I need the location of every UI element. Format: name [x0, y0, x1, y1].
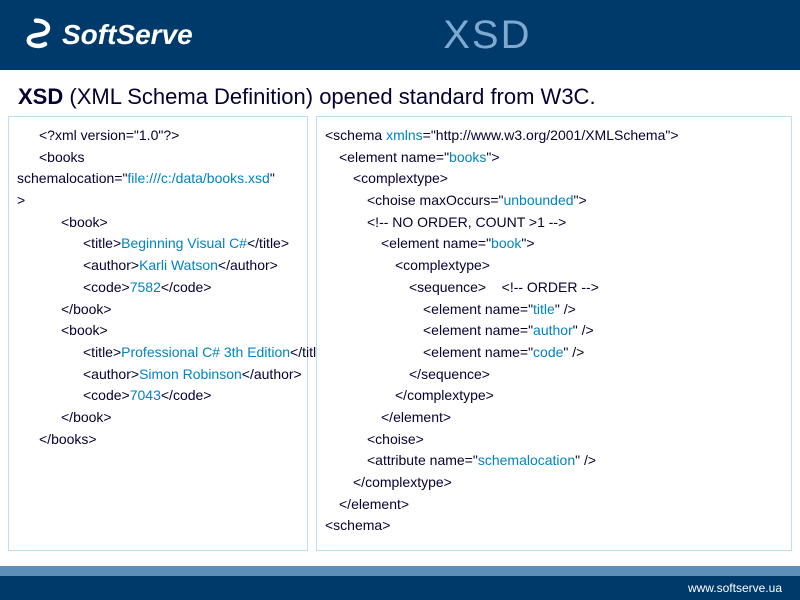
code-text: </title> [247, 235, 289, 251]
code-link-text: schemalocation [478, 452, 575, 468]
code-text: <element name=" [423, 322, 533, 338]
code-link-text: Simon Robinson [139, 366, 242, 382]
code-link-text: Karli Watson [139, 257, 218, 273]
code-text: <!-- NO ORDER, COUNT >1 --> [367, 214, 566, 230]
subhead-bold: XSD [18, 84, 63, 109]
code-text: </book> [61, 409, 112, 425]
code-text: <books [39, 149, 85, 165]
code-text: <element name=" [381, 235, 491, 251]
code-link-text: unbounded [503, 192, 573, 208]
code-text: > [17, 192, 25, 208]
code-text: " /> [573, 322, 594, 338]
code-text: <book> [61, 214, 108, 230]
code-text: </code> [161, 279, 212, 295]
code-text: </code> [161, 387, 212, 403]
code-text: "> [486, 149, 499, 165]
code-text: schemalocation=" [17, 170, 127, 186]
code-text: <title> [83, 344, 121, 360]
footer-url: www.softserve.ua [688, 581, 782, 595]
code-text: " /> [555, 301, 576, 317]
code-text: </books> [39, 431, 97, 447]
code-text: <complextype> [353, 170, 448, 186]
code-text: <element name=" [423, 301, 533, 317]
xsd-code-panel: <schema xmlns="http://www.w3.org/2001/XM… [316, 116, 792, 551]
footer-main-bar: www.softserve.ua [0, 576, 800, 600]
code-link-text: Beginning Visual C# [121, 235, 247, 251]
code-text: " /> [563, 344, 584, 360]
code-text: " /> [575, 452, 596, 468]
code-text: <element name=" [339, 149, 449, 165]
slide-title: XSD [193, 13, 782, 58]
code-text: </sequence> [409, 366, 490, 382]
code-text: <attribute name=" [367, 452, 478, 468]
code-link-text: title [533, 301, 555, 317]
code-text: <code> [83, 279, 130, 295]
code-link-text: 7582 [130, 279, 161, 295]
logo-icon [18, 17, 54, 53]
code-link-text: author [533, 322, 573, 338]
slide-footer: www.softserve.ua [0, 566, 800, 600]
code-text: "> [521, 235, 534, 251]
code-text: </element> [381, 409, 451, 425]
slide-subheading: XSD (XML Schema Definition) opened stand… [0, 70, 800, 116]
code-text: " [270, 170, 275, 186]
logo-text: SoftServe [62, 19, 193, 51]
code-link-text: xmlns [386, 127, 423, 143]
subhead-text: (XML Schema Definition) opened standard … [63, 84, 595, 109]
code-link-text: books [449, 149, 486, 165]
code-text: <?xml version="1.0"?> [39, 127, 179, 143]
code-text: <book> [61, 322, 108, 338]
xml-code-panel: <?xml version="1.0"?> <books schemalocat… [8, 116, 308, 551]
code-text: <choise maxOccurs=" [367, 192, 503, 208]
code-text: <element name=" [423, 344, 533, 360]
footer-accent-bar [0, 566, 800, 576]
code-link-text: code [533, 344, 563, 360]
code-text: </complextype> [395, 387, 494, 403]
code-text: <title> [83, 235, 121, 251]
slide-header: SoftServe XSD [0, 0, 800, 70]
code-text: <sequence> [409, 279, 486, 295]
slide-content: <?xml version="1.0"?> <books schemalocat… [0, 116, 800, 551]
code-link-text: file:///c:/data/books.xsd [127, 170, 269, 186]
code-text: <schema> [325, 517, 390, 533]
code-text: "> [574, 192, 587, 208]
code-text: <schema [325, 127, 386, 143]
code-text: <complextype> [395, 257, 490, 273]
code-text: </author> [218, 257, 278, 273]
code-text: </element> [339, 496, 409, 512]
code-text: </complextype> [353, 474, 452, 490]
code-text: <choise> [367, 431, 424, 447]
code-text: <author> [83, 257, 139, 273]
logo: SoftServe [18, 17, 193, 53]
code-link-text: 7043 [130, 387, 161, 403]
code-text: <code> [83, 387, 130, 403]
code-link-text: book [491, 235, 521, 251]
code-text: </author> [242, 366, 302, 382]
code-text: <!-- ORDER --> [502, 279, 599, 295]
code-text: </book> [61, 301, 112, 317]
code-text: <author> [83, 366, 139, 382]
code-link-text: Professional C# 3th Edition [121, 344, 290, 360]
code-text: ="http://www.w3.org/2001/XMLSchema"> [423, 127, 679, 143]
